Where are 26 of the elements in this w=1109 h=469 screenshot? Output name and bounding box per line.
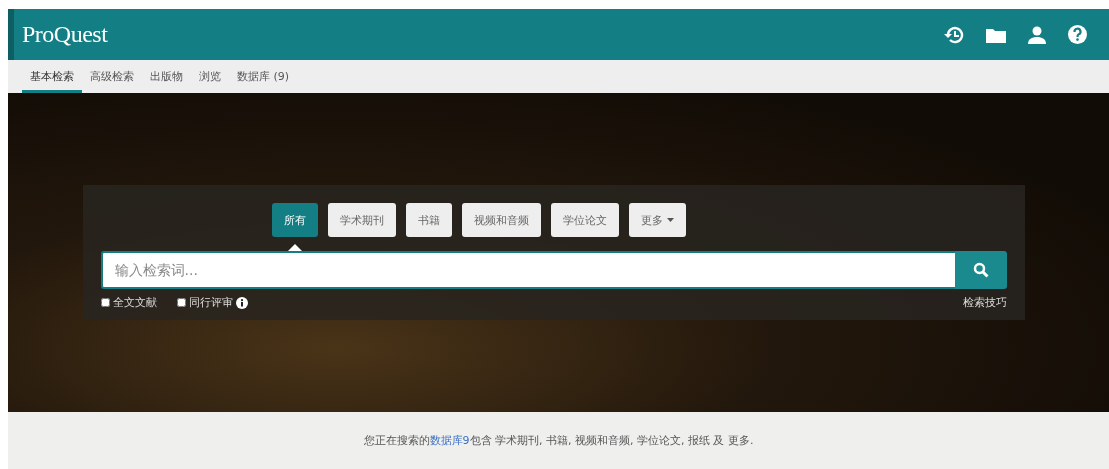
more-dropdown[interactable]: 更多 [628,203,686,237]
search-icon [972,262,989,278]
checkbox[interactable] [100,298,110,307]
nav-tab[interactable]: 出版物 [142,63,191,93]
user-icon[interactable] [1028,25,1046,44]
history-icon[interactable] [944,25,964,44]
source-tab[interactable]: 视频和音频 [461,203,541,237]
nav-tab[interactable]: 数据库 (9) [229,63,298,93]
caret-icon [666,218,674,222]
folder-icon[interactable] [986,26,1006,43]
source-tab[interactable]: 书籍 [405,203,452,237]
search-field[interactable]: 输入检索词... [100,251,955,289]
source-tab[interactable]: 学位论文 [550,203,619,237]
checkbox-label: 同行评审 [188,295,233,310]
databases-info-text: 您正在搜索的数据库9包含 学术期刊, 书籍, 视频和音频, 学位论文, 报纸 及 更多. [363,433,754,448]
logo[interactable]: ProQuest [22,21,108,48]
search-button[interactable] [954,251,1007,289]
nav-tab[interactable]: 高级检索 [82,63,142,93]
help-icon[interactable] [1068,25,1087,44]
checkbox-label: 全文文献 [112,295,157,310]
nav-tab[interactable]: 浏览 [191,63,229,93]
search-tips-link[interactable]: 检索技巧 [962,295,1007,310]
source-tab[interactable]: 学术期刊 [327,203,396,237]
info-icon[interactable] [235,296,248,309]
databases-link[interactable]: 数据库9 [429,434,470,447]
checkbox[interactable] [176,298,186,307]
